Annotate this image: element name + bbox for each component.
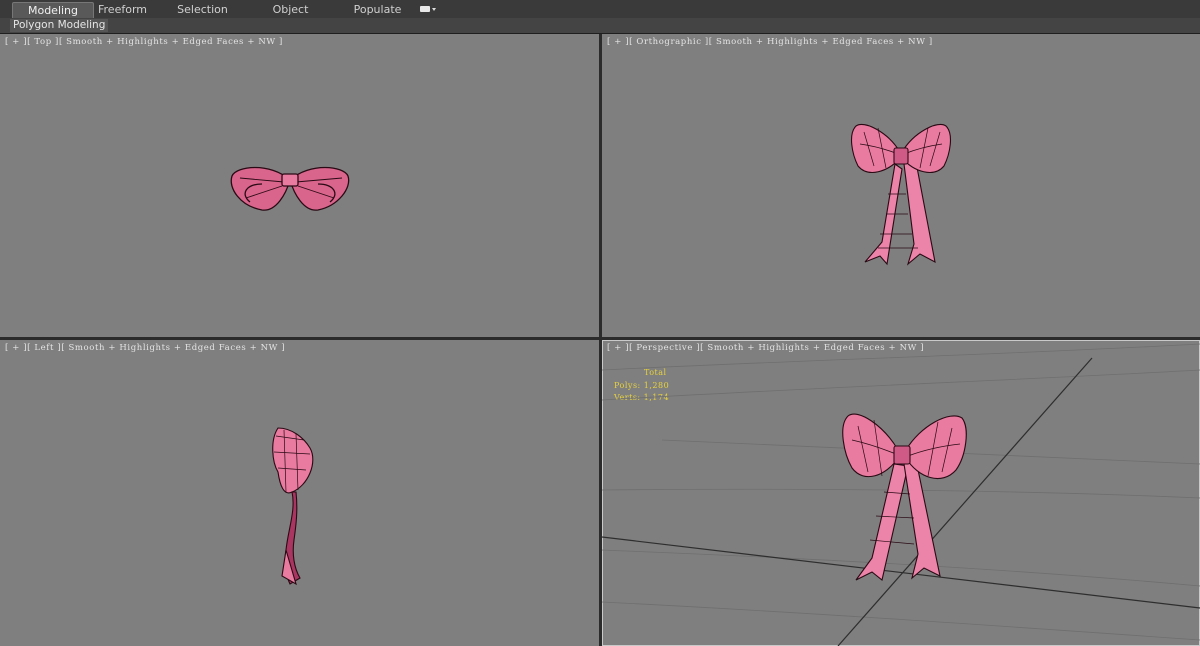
- ribbon-tab-bar: Modeling Freeform Selection Object Paint…: [0, 0, 1200, 31]
- bow-left-view: [272, 427, 314, 586]
- viewport-top[interactable]: [ + ][ Top ][ Smooth + Highlights + Edge…: [0, 34, 599, 337]
- ribbon-panel-strip: Polygon Modeling: [0, 18, 1200, 34]
- tab-freeform[interactable]: Freeform: [95, 2, 150, 17]
- tab-selection[interactable]: Selection: [175, 2, 230, 17]
- tab-populate[interactable]: Populate: [350, 2, 405, 17]
- viewport-perspective[interactable]: [ + ][ Perspective ][ Smooth + Highlight…: [602, 340, 1200, 646]
- polygon-modeling-panel-button[interactable]: Polygon Modeling: [10, 19, 109, 32]
- ribbon-options-icon[interactable]: [420, 4, 440, 14]
- viewport-left[interactable]: [ + ][ Left ][ Smooth + Highlights + Edg…: [0, 340, 599, 646]
- bow-top-view: [230, 166, 350, 211]
- tab-object-paint[interactable]: Object Paint: [258, 2, 323, 31]
- bow-front-view: [850, 124, 952, 266]
- tab-modeling[interactable]: Modeling: [12, 2, 94, 18]
- perspective-scene: [602, 343, 1200, 646]
- viewport-orthographic[interactable]: [ + ][ Orthographic ][ Smooth + Highligh…: [602, 34, 1200, 337]
